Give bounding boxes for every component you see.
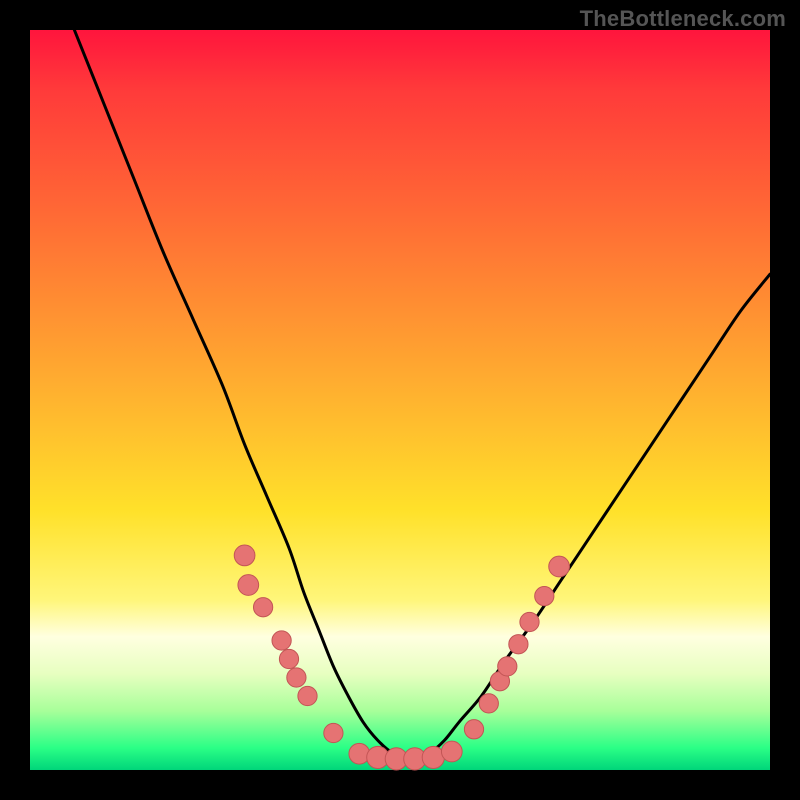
data-point (324, 723, 343, 742)
data-point (253, 598, 272, 617)
data-point (479, 694, 498, 713)
data-point (441, 741, 462, 762)
marker-group (234, 545, 569, 770)
data-point (272, 631, 291, 650)
data-point (238, 575, 259, 596)
watermark-text: TheBottleneck.com (580, 6, 786, 32)
data-point (279, 649, 298, 668)
data-point (549, 556, 570, 577)
data-point (498, 657, 517, 676)
data-point (520, 612, 539, 631)
data-point (349, 743, 370, 764)
data-point (287, 668, 306, 687)
bottleneck-curve (74, 30, 770, 759)
data-point (464, 720, 483, 739)
plot-area (30, 30, 770, 770)
chart-frame: TheBottleneck.com (0, 0, 800, 800)
data-point (535, 586, 554, 605)
data-point (509, 635, 528, 654)
data-point (234, 545, 255, 566)
data-point (422, 746, 444, 768)
chart-svg (30, 30, 770, 770)
data-point (298, 686, 317, 705)
